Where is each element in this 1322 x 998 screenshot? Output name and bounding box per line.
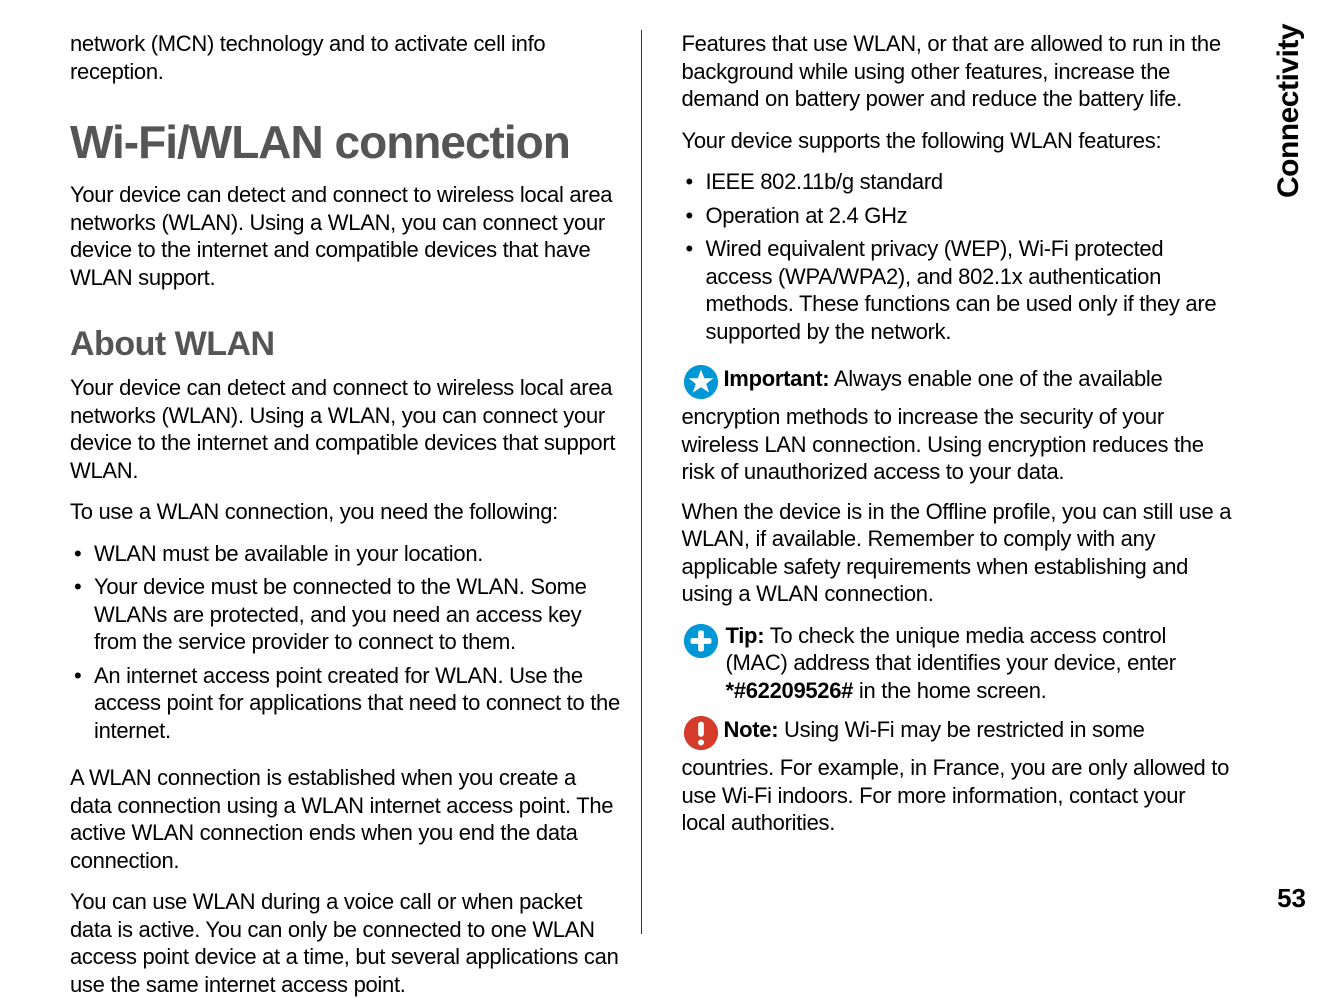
para: You can use WLAN during a voice call or … (70, 888, 621, 998)
para: Your device can detect and connect to wi… (70, 181, 621, 291)
list-item: Wired equivalent privacy (WEP), Wi-Fi pr… (682, 235, 1233, 345)
warning-icon (682, 714, 720, 752)
para: To use a WLAN connection, you need the f… (70, 498, 621, 526)
heading-wifi: Wi-Fi/WLAN connection (70, 115, 621, 169)
left-column: network (MCN) technology and to activate… (70, 30, 642, 934)
important-label: Important: (724, 366, 830, 391)
page: network (MCN) technology and to activate… (0, 0, 1322, 954)
list-item: WLAN must be available in your location. (70, 540, 621, 568)
tip-tail: in the home screen. (853, 678, 1046, 703)
important-callout: Important: Always enable one of the avai… (682, 365, 1233, 486)
para: A WLAN connection is established when yo… (70, 764, 621, 874)
note-callout: Note: Using Wi-Fi may be restricted in s… (682, 716, 1233, 837)
section-tab: Connectivity (1272, 24, 1306, 198)
list-item: Operation at 2.4 GHz (682, 202, 1233, 230)
tip-code: *#62209526# (726, 678, 854, 703)
plus-icon (682, 622, 726, 665)
list-item: IEEE 802.11b/g standard (682, 168, 1233, 196)
intro-text: network (MCN) technology and to activate… (70, 30, 621, 85)
page-number: 53 (1277, 883, 1306, 914)
tip-label: Tip: (726, 623, 765, 648)
list-item: An internet access point created for WLA… (70, 662, 621, 745)
star-icon (682, 363, 720, 401)
list-item: Your device must be connected to the WLA… (70, 573, 621, 656)
heading-about-wlan: About WLAN (70, 325, 621, 364)
features-list: IEEE 802.11b/g standard Operation at 2.4… (682, 168, 1233, 351)
right-column: Features that use WLAN, or that are allo… (672, 30, 1293, 934)
tip-callout: Tip: To check the unique media access co… (682, 622, 1233, 705)
requirements-list: WLAN must be available in your location.… (70, 540, 621, 751)
para: Features that use WLAN, or that are allo… (682, 30, 1233, 113)
note-label: Note: (724, 717, 779, 742)
para: Your device supports the following WLAN … (682, 127, 1233, 155)
para: Your device can detect and connect to wi… (70, 374, 621, 484)
para: When the device is in the Offline profil… (682, 498, 1233, 608)
tip-body: To check the unique media access control… (726, 623, 1176, 676)
